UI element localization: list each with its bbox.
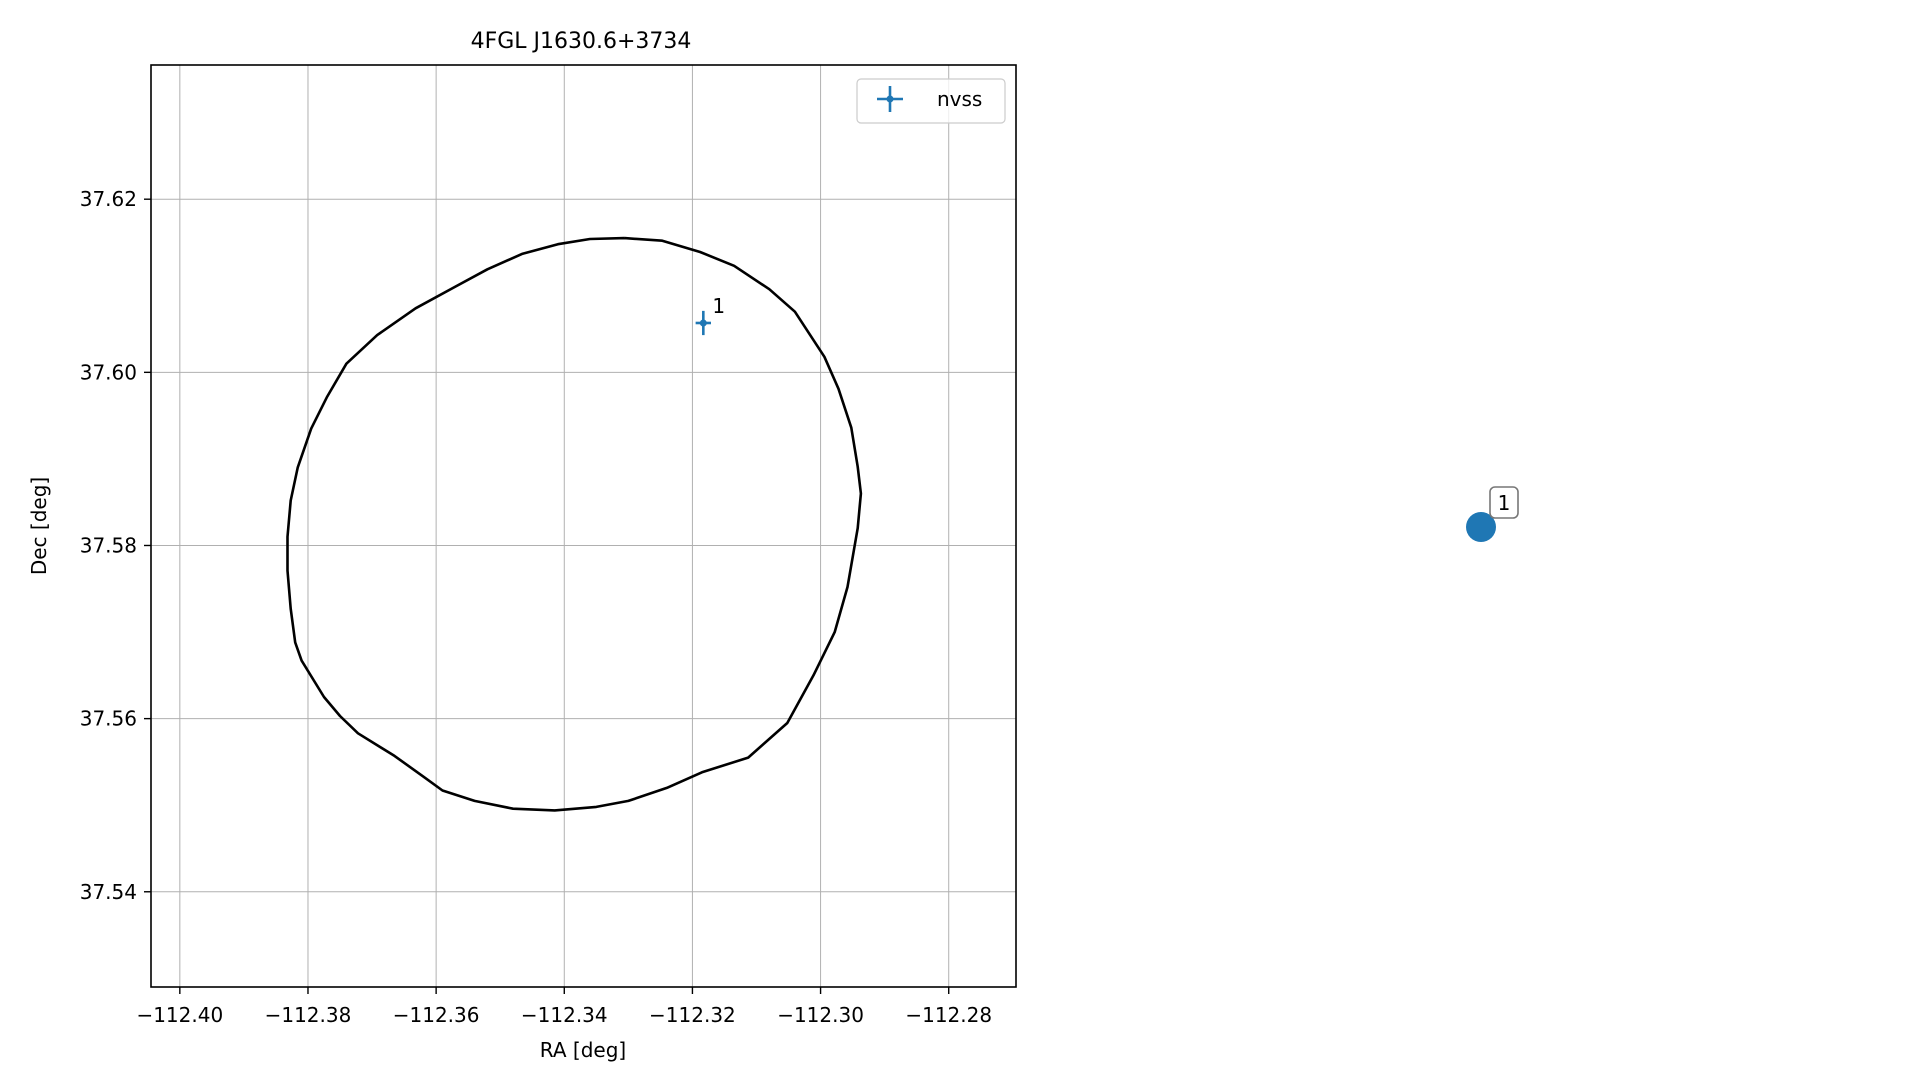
x-tick-label: −112.28 xyxy=(905,1003,992,1027)
legend-box xyxy=(856,78,1006,124)
y-tick-label: 37.58 xyxy=(80,533,137,557)
x-tick-label: −112.40 xyxy=(136,1003,223,1027)
point-label-1: 1 xyxy=(1498,491,1511,515)
chart-title: 4FGL J1630.6+3734 xyxy=(471,29,692,54)
y-axis: 37.54 37.56 37.58 37.60 37.62 xyxy=(80,187,151,904)
nvss-point-label: 1 xyxy=(712,294,725,318)
x-tick-label: −112.38 xyxy=(265,1003,352,1027)
legend-entry-nvss: nvss xyxy=(937,87,982,111)
nvss-point xyxy=(699,319,707,327)
x-tick-label: −112.32 xyxy=(649,1003,736,1027)
x-axis-label: RA [deg] xyxy=(540,1038,626,1062)
localization-ellipse xyxy=(286,236,863,812)
legend: nvss xyxy=(856,78,1006,124)
x-tick-label: −112.30 xyxy=(777,1003,864,1027)
x-tick-label: −112.36 xyxy=(393,1003,480,1027)
secondary-chart: 1 xyxy=(1466,486,1519,542)
x-tick-label: −112.34 xyxy=(521,1003,608,1027)
figure: 4FGL J1630.6+3734 1 −112.40 −112.38 −112.3… xyxy=(27,29,1519,1062)
y-tick-label: 37.56 xyxy=(80,707,137,731)
x-axis: −112.40 −112.38 −112.36 −112.34 −112.32 −112.… xyxy=(136,987,992,1027)
y-tick-label: 37.60 xyxy=(80,360,137,384)
grid xyxy=(151,65,1016,987)
ellipse-layer xyxy=(286,236,863,812)
y-tick-label: 37.54 xyxy=(80,880,137,904)
legend-marker-dot xyxy=(886,95,894,103)
y-tick-label: 37.62 xyxy=(80,187,137,211)
points-layer: 1 xyxy=(695,294,725,336)
y-axis-label: Dec [deg] xyxy=(27,477,51,575)
plot-frame xyxy=(150,64,1017,988)
main-chart: 4FGL J1630.6+3734 1 −112.40 −112.38 −112.3… xyxy=(27,29,1017,1062)
